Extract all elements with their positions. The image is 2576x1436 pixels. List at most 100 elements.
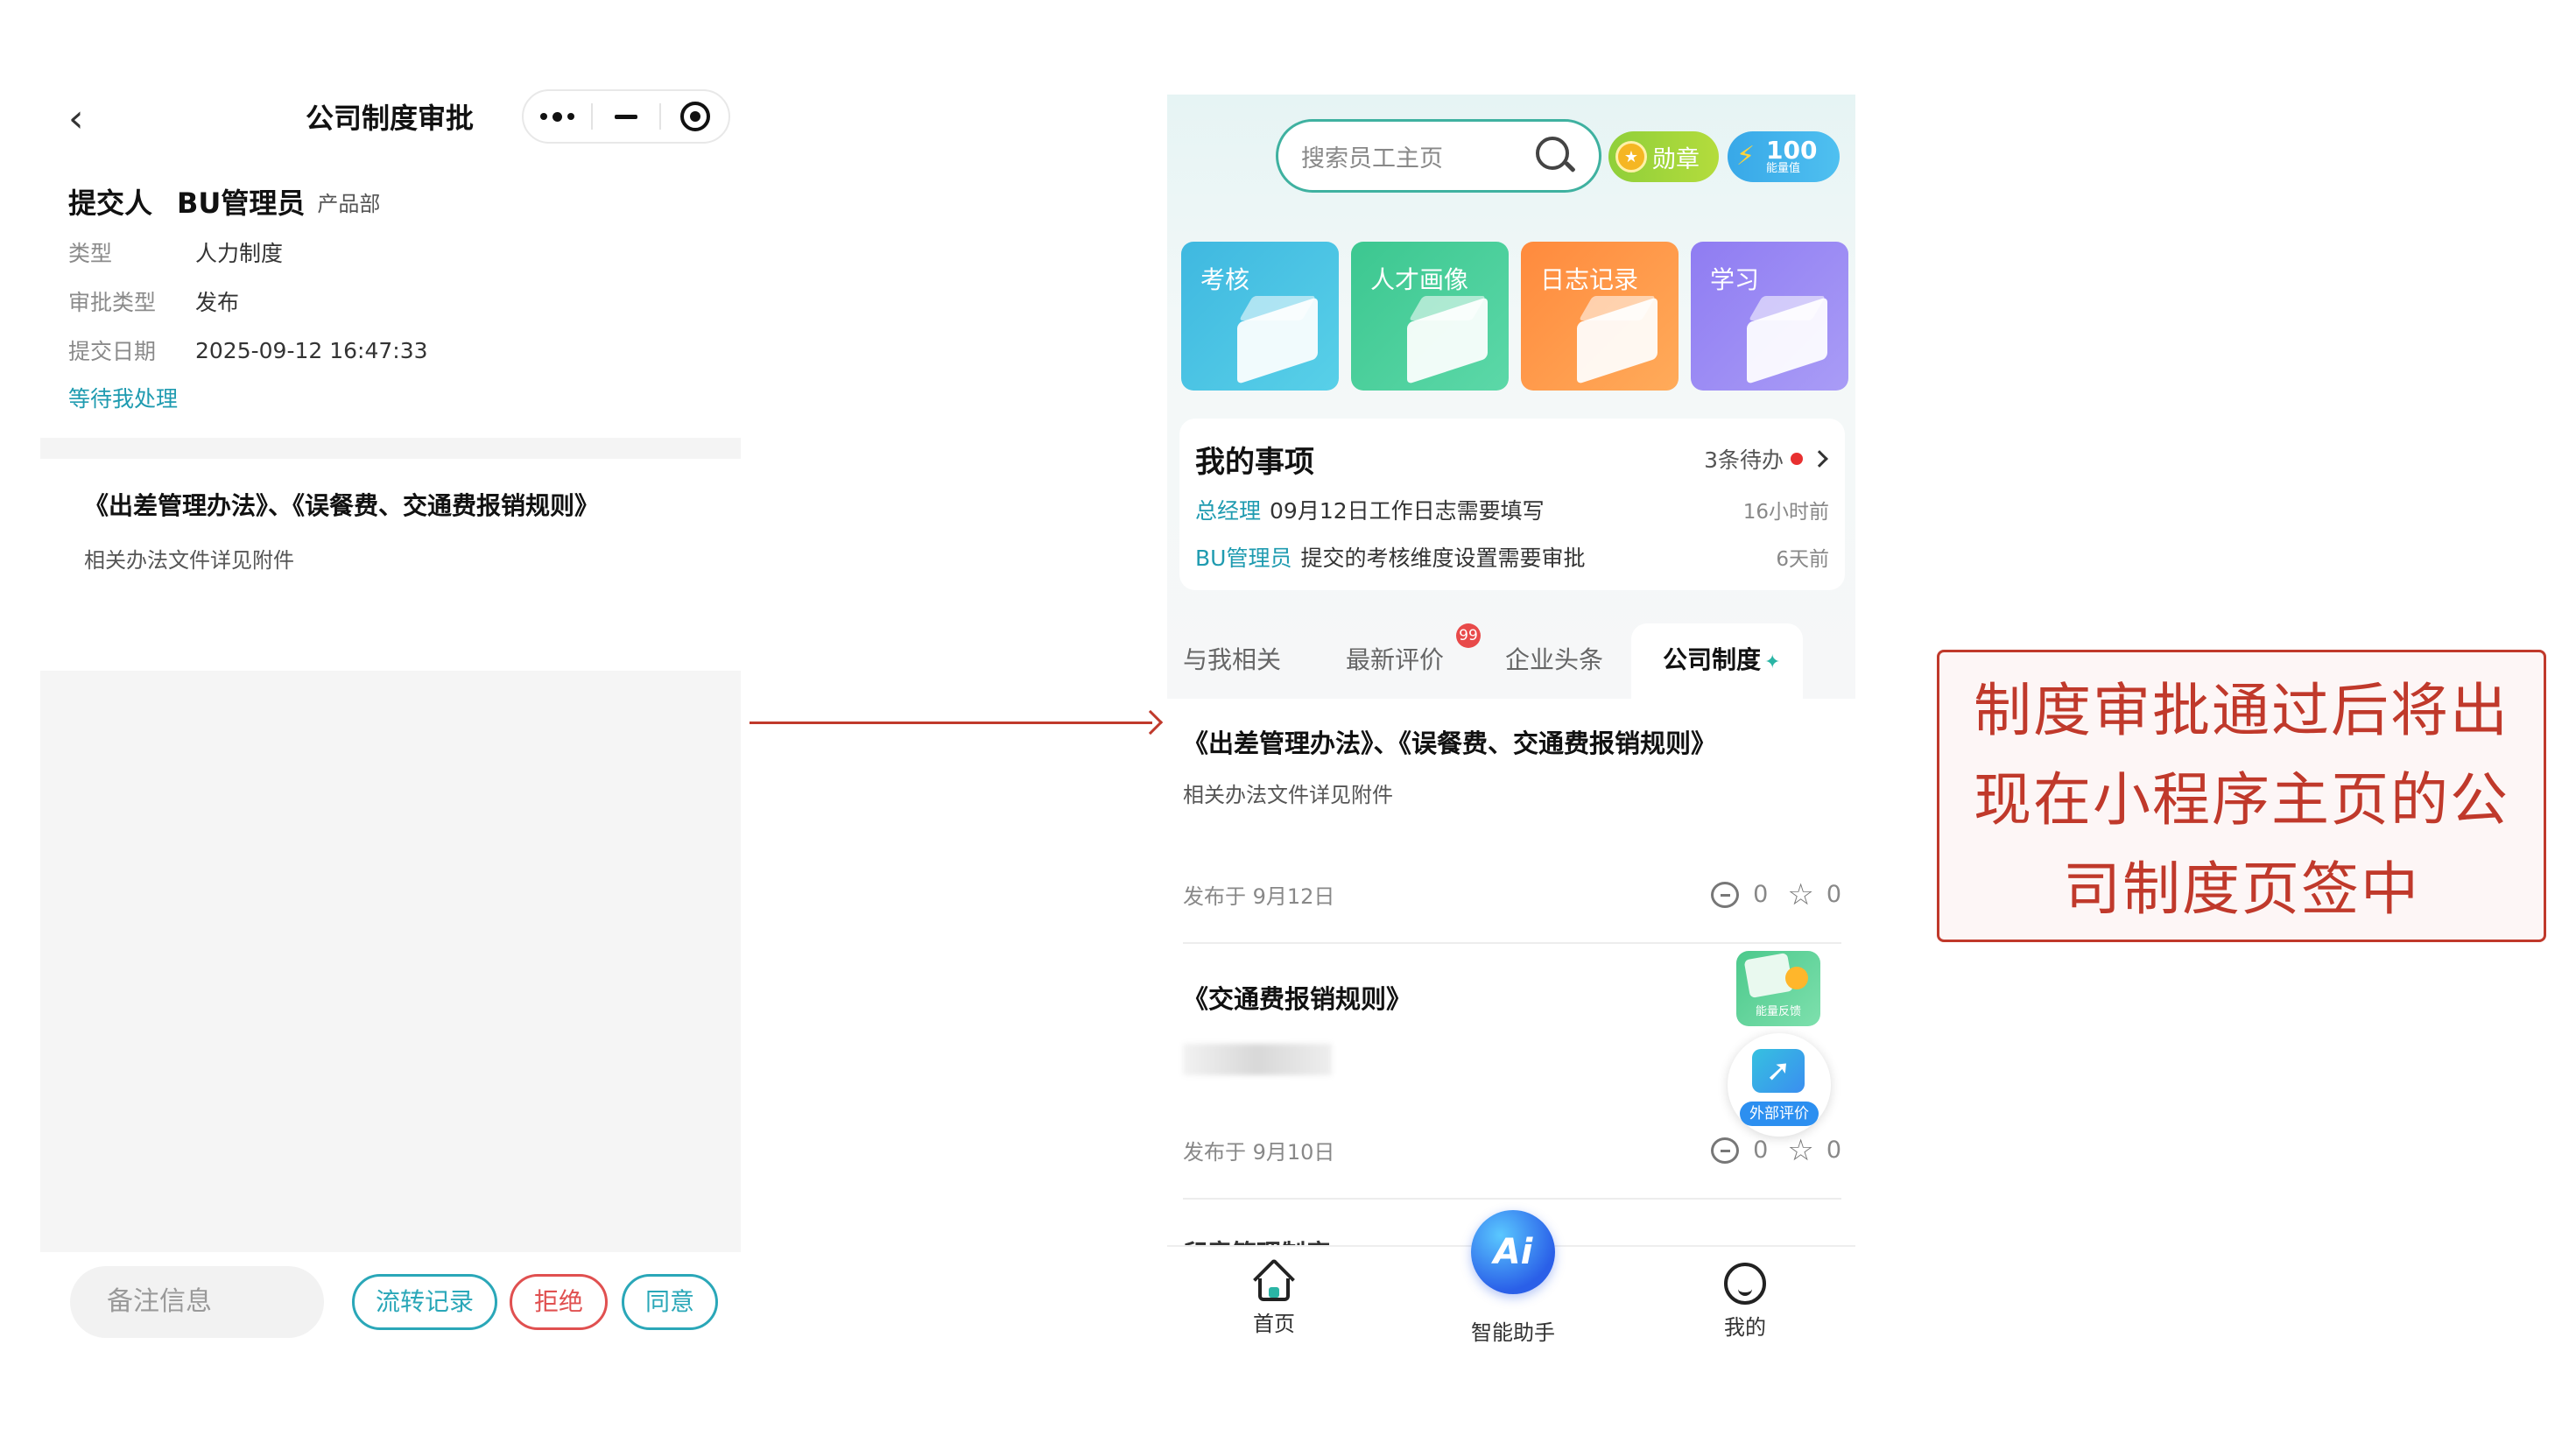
- medal-label: 勋章: [1652, 145, 1700, 173]
- tile-talent-profile[interactable]: 人才画像: [1351, 242, 1509, 391]
- todo-count-link[interactable]: 3条待办: [1704, 443, 1828, 475]
- status-link[interactable]: 等待我处理: [68, 382, 178, 413]
- todo-item[interactable]: 总经理 09月12日工作日志需要填写 16小时前: [1195, 492, 1829, 527]
- note-line: 司制度页签中: [2063, 855, 2420, 923]
- tile-log-record[interactable]: 日志记录: [1521, 242, 1679, 391]
- comment-button[interactable]: 0: [1711, 1137, 1768, 1164]
- todo-item[interactable]: BU管理员 提交的考核维度设置需要审批 6天前: [1195, 539, 1829, 574]
- energy-info: 100 能量值: [1766, 138, 1817, 175]
- energy-button[interactable]: ⚡ 100 能量值: [1728, 131, 1840, 182]
- nav-home[interactable]: 首页: [1213, 1257, 1335, 1337]
- medal-button[interactable]: ★ 勋章: [1608, 131, 1719, 182]
- tile-label: 人才画像: [1370, 265, 1469, 294]
- ai-assistant-icon[interactable]: Ai: [1471, 1210, 1555, 1294]
- energy-label: 能量值: [1766, 162, 1801, 175]
- minimize-icon[interactable]: [593, 91, 660, 142]
- todo-time: 6天前: [1776, 548, 1829, 571]
- post-title[interactable]: 《交通费报销规则》: [1183, 979, 1411, 1016]
- close-target-icon[interactable]: [661, 91, 728, 142]
- unread-dot: [1791, 453, 1803, 465]
- medal-icon: ★: [1615, 141, 1647, 172]
- section-divider: [40, 438, 741, 459]
- float-feedback-label: 能量反馈: [1755, 1005, 1801, 1018]
- coin-icon: [1785, 967, 1808, 989]
- field-approval-type: 审批类型 发布: [68, 284, 239, 319]
- submitter-row: 提交人 BU管理员 产品部: [68, 182, 380, 221]
- submitter-label: 提交人: [68, 187, 153, 220]
- todo-text: 提交的考核维度设置需要审批: [1300, 546, 1586, 571]
- tab-badge: 99: [1456, 623, 1481, 648]
- tile-assessment[interactable]: 考核: [1181, 242, 1339, 391]
- comment-icon: [1711, 881, 1740, 908]
- post-meta: 发布于 9月12日 0 ☆ 0: [1183, 879, 1841, 910]
- todo-who: 总经理: [1195, 498, 1262, 524]
- approval-page: ‹ 公司制度审批 提交人 BU管理员 产品部 类型 人力制度 审批类型 发布 提…: [0, 0, 753, 1436]
- energy-feedback-button[interactable]: 能量反馈: [1736, 951, 1820, 1026]
- todo-card: 我的事项 3条待办 总经理 09月12日工作日志需要填写 16小时前 BU管理员…: [1179, 419, 1845, 590]
- tab-company-policy[interactable]: 公司制度 ✦: [1663, 641, 1780, 676]
- field-value: 2025-09-12 16:47:33: [195, 337, 428, 363]
- reject-button[interactable]: 拒绝: [510, 1274, 608, 1330]
- star-icon: ☆: [1787, 876, 1814, 912]
- tab-bar: 与我相关 最新评价 99 企业头条 公司制度 ✦: [1167, 623, 1855, 699]
- annotation-note: 制度审批通过后将出 现在小程序主页的公 司制度页签中: [1937, 650, 2546, 942]
- comment-count: 0: [1753, 881, 1769, 908]
- star-count: 0: [1826, 881, 1841, 908]
- tab-headlines[interactable]: 企业头条: [1505, 641, 1603, 676]
- nav-me[interactable]: 我的: [1684, 1263, 1806, 1341]
- doc-title: 《出差管理办法》、《误餐费、交通费报销规则》: [84, 491, 600, 520]
- post-date: 发布于 9月10日: [1183, 1140, 1335, 1165]
- todo-who: BU管理员: [1195, 546, 1292, 571]
- search-icon[interactable]: [1536, 137, 1576, 175]
- remark-input[interactable]: 备注信息: [70, 1266, 324, 1338]
- miniprogram-capsule: [522, 89, 730, 144]
- arrow-head-icon: [1137, 709, 1164, 736]
- tab-label: 公司制度: [1663, 645, 1762, 674]
- tile-learning[interactable]: 学习: [1691, 242, 1848, 391]
- submitter-name: BU管理员: [177, 187, 306, 220]
- tab-latest-reviews[interactable]: 最新评价: [1346, 641, 1444, 676]
- search-placeholder: 搜索员工主页: [1301, 144, 1443, 172]
- tile-label: 学习: [1710, 265, 1760, 294]
- field-key: 类型: [68, 241, 113, 266]
- field-value: 发布: [195, 290, 240, 315]
- star-icon: ☆: [1787, 1132, 1814, 1168]
- comment-button[interactable]: 0: [1711, 881, 1768, 908]
- field-value: 人力制度: [195, 241, 284, 266]
- page-title: 公司制度审批: [305, 102, 474, 135]
- post-meta: 发布于 9月10日 0 ☆ 0: [1183, 1135, 1841, 1165]
- home-icon: [1252, 1257, 1296, 1301]
- smiley-icon: [1724, 1263, 1766, 1305]
- more-dots-icon[interactable]: [524, 91, 591, 142]
- field-type: 类型 人力制度: [68, 235, 283, 270]
- tile-label: 日志记录: [1540, 265, 1639, 294]
- todo-time: 16小时前: [1742, 501, 1829, 524]
- energy-value: 100: [1766, 136, 1818, 165]
- post-desc: 相关办法文件详见附件: [1183, 783, 1393, 807]
- agree-button[interactable]: 同意: [622, 1274, 718, 1330]
- star-count: 0: [1826, 1137, 1841, 1164]
- note-line: 制度审批通过后将出: [1974, 677, 2509, 744]
- star-button[interactable]: ☆ 0: [1787, 1132, 1841, 1168]
- bottom-tab-bar: 首页 Ai 智能助手 我的: [1167, 1210, 1855, 1348]
- arrow-line: [750, 722, 1152, 724]
- field-submit-date: 提交日期 2025-09-12 16:47:33: [68, 333, 428, 368]
- back-chevron-icon[interactable]: ‹: [68, 98, 96, 140]
- tab-related[interactable]: 与我相关: [1183, 641, 1281, 676]
- float-eval-label: 外部评价: [1740, 1102, 1819, 1126]
- post-date: 发布于 9月12日: [1183, 884, 1335, 909]
- nav-home-label: 首页: [1253, 1312, 1295, 1336]
- doc-desc: 相关办法文件详见附件: [84, 548, 294, 573]
- star-button[interactable]: ☆ 0: [1787, 876, 1841, 912]
- nav-ai-assistant[interactable]: 智能助手: [1452, 1315, 1574, 1346]
- comment-count: 0: [1753, 1137, 1769, 1164]
- miniprogram-home: 搜索员工主页 ★ 勋章 ⚡ 100 能量值 考核 人才画像 日志记录 学习 我的…: [1167, 95, 1855, 1348]
- share-arrow-icon: ➚: [1752, 1049, 1805, 1093]
- attachment-area: [40, 671, 741, 1252]
- external-eval-button[interactable]: ➚ 外部评价: [1728, 1033, 1831, 1137]
- post-divider: [1183, 942, 1841, 944]
- flow-record-button[interactable]: 流转记录: [352, 1274, 497, 1330]
- post-title[interactable]: 《出差管理办法》、《误餐费、交通费报销规则》: [1183, 723, 1716, 760]
- search-input[interactable]: 搜索员工主页: [1276, 119, 1601, 193]
- lightning-icon: ⚡: [1736, 141, 1756, 172]
